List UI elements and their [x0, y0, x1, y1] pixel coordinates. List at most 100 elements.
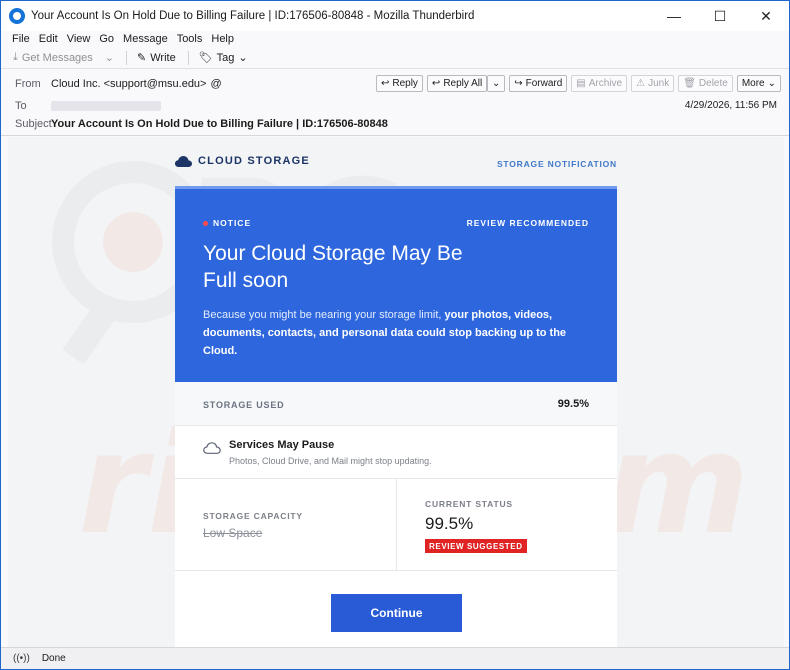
- cloud-outline-icon: [203, 442, 221, 454]
- get-messages-dropdown[interactable]: ⌄: [105, 51, 114, 64]
- archive-label: Archive: [588, 78, 623, 89]
- current-status-cell: CURRENT STATUS 99.5% REVIEW SUGGESTED: [397, 479, 617, 571]
- notice-text: NOTICE: [213, 218, 252, 228]
- hero-text-plain: Because you might be nearing your storag…: [203, 309, 445, 321]
- brand-name: CLOUD STORAGE: [198, 155, 310, 167]
- toolbar-separator: [187, 50, 189, 65]
- get-messages-label: Get Messages: [21, 51, 93, 64]
- from-label: From: [15, 78, 41, 90]
- archive-button[interactable]: ▤ Archive: [571, 75, 628, 92]
- junk-button[interactable]: ⚠ Junk: [631, 75, 675, 92]
- thunderbird-app-icon: [9, 8, 25, 24]
- download-icon: ⤓: [13, 51, 18, 63]
- to-label: To: [15, 100, 27, 112]
- archive-icon: ▤: [576, 78, 586, 89]
- junk-label: Junk: [648, 78, 670, 89]
- hero-banner: NOTICE REVIEW RECOMMENDED Your Cloud Sto…: [175, 186, 617, 382]
- chevron-down-icon: ⌄: [492, 78, 501, 89]
- more-label: More: [741, 78, 765, 89]
- activity-icon: ((•)): [13, 653, 30, 664]
- email-card: NOTICE REVIEW RECOMMENDED Your Cloud Sto…: [175, 186, 617, 647]
- write-button[interactable]: ✎ Write: [137, 51, 176, 65]
- menu-view[interactable]: View: [67, 33, 91, 45]
- trash-icon: 🗑: [683, 78, 696, 89]
- forward-label: Forward: [525, 78, 563, 89]
- reply-all-icon: ↩: [431, 78, 441, 89]
- delete-label: Delete: [698, 78, 728, 89]
- chevron-down-icon: ⌄: [767, 78, 776, 89]
- storage-used-value: 99.5%: [557, 398, 589, 410]
- get-messages-button[interactable]: ⤓ Get Messages: [13, 51, 93, 64]
- window-title: Your Account Is On Hold Due to Billing F…: [31, 10, 475, 22]
- reply-label: Reply: [392, 78, 418, 89]
- tag-icon: 🏷: [198, 52, 213, 64]
- message-header: From Cloud Inc. <support@msu.edu> @ ↩ Re…: [1, 70, 789, 136]
- forward-icon: ↪: [514, 78, 523, 89]
- close-button[interactable]: ✕: [743, 1, 789, 31]
- main-toolbar: ⤓ Get Messages ⌄ ✎ Write 🏷 Tag ⌄: [1, 47, 789, 69]
- at-sign-icon[interactable]: @: [210, 78, 221, 90]
- subject-row: Subject Your Account Is On Hold Due to B…: [15, 118, 388, 130]
- toolbar-separator: [126, 50, 128, 65]
- services-pause-row: Services May Pause Photos, Cloud Drive, …: [175, 426, 617, 479]
- from-row: From Cloud Inc. <support@msu.edu> @: [15, 78, 222, 90]
- services-pause-title: Services May Pause: [229, 439, 335, 451]
- minimize-button[interactable]: —: [651, 1, 697, 31]
- menu-go[interactable]: Go: [99, 33, 114, 45]
- reply-button[interactable]: ↩ Reply: [375, 75, 423, 92]
- menu-edit[interactable]: Edit: [39, 33, 58, 45]
- to-address-redacted: [51, 101, 161, 111]
- delete-button[interactable]: 🗑 Delete: [678, 75, 733, 92]
- menu-tools[interactable]: Tools: [177, 33, 203, 45]
- review-suggested-badge: REVIEW SUGGESTED: [425, 539, 527, 553]
- thunderbird-window: Your Account Is On Hold Due to Billing F…: [0, 0, 790, 670]
- review-recommended-label: REVIEW RECOMMENDED: [466, 218, 589, 228]
- junk-icon: ⚠: [636, 78, 646, 89]
- status-text: Done: [41, 653, 66, 664]
- status-grid: STORAGE CAPACITY Low Space CURRENT STATU…: [175, 479, 617, 571]
- message-actions: ↩ Reply ↩ Reply All ⌄ ↪ Forward ▤ Archiv…: [372, 75, 781, 92]
- tag-button[interactable]: 🏷 Tag ⌄: [198, 51, 248, 65]
- cloud-icon: [175, 155, 192, 167]
- menu-help[interactable]: Help: [211, 33, 234, 45]
- subject-value: Your Account Is On Hold Due to Billing F…: [51, 118, 388, 130]
- storage-notification-link[interactable]: STORAGE NOTIFICATION: [497, 159, 617, 169]
- menu-bar: File Edit View Go Message Tools Help: [1, 31, 789, 47]
- reply-all-dropdown[interactable]: ⌄: [487, 75, 506, 92]
- storage-capacity-cell: STORAGE CAPACITY Low Space: [175, 479, 397, 571]
- subject-label: Subject: [15, 118, 52, 130]
- maximize-button[interactable]: ☐: [697, 1, 743, 31]
- storage-used-label: STORAGE USED: [203, 400, 285, 410]
- reply-all-label: Reply All: [443, 78, 483, 89]
- chevron-down-icon: ⌄: [104, 52, 115, 64]
- brand-logo: CLOUD STORAGE: [175, 155, 310, 167]
- continue-button[interactable]: Continue: [331, 594, 462, 632]
- window-controls: — ☐ ✕: [651, 1, 789, 31]
- chevron-down-icon: ⌄: [238, 52, 248, 64]
- status-bar: ((•)) Done: [1, 647, 789, 669]
- tag-label: Tag: [216, 51, 235, 64]
- to-row: To: [15, 100, 161, 112]
- write-label: Write: [150, 51, 176, 64]
- menu-file[interactable]: File: [12, 33, 30, 45]
- red-dot-icon: [203, 220, 208, 226]
- pencil-icon: ✎: [137, 52, 147, 64]
- storage-used-row: STORAGE USED 99.5%: [175, 382, 617, 426]
- reply-all-button[interactable]: ↩ Reply All: [426, 75, 488, 92]
- current-status-value: 99.5%: [425, 514, 474, 533]
- forward-button[interactable]: ↪ Forward: [509, 75, 568, 92]
- storage-capacity-label: STORAGE CAPACITY: [203, 511, 303, 521]
- menu-message[interactable]: Message: [123, 33, 168, 45]
- services-pause-subtitle: Photos, Cloud Drive, and Mail might stop…: [229, 456, 432, 466]
- more-button[interactable]: More ⌄: [736, 75, 781, 92]
- hero-description: Because you might be nearing your storag…: [203, 306, 583, 360]
- message-body: PC risk.com CLOUD STORAGE STORAGE NOTIFI…: [8, 137, 784, 647]
- notice-label: NOTICE: [203, 218, 251, 228]
- hero-title: Your Cloud Storage May Be Full soon: [203, 242, 463, 292]
- title-bar: Your Account Is On Hold Due to Billing F…: [1, 1, 789, 31]
- message-date: 4/29/2026, 11:56 PM: [684, 100, 777, 111]
- current-status-label: CURRENT STATUS: [425, 499, 513, 509]
- from-address[interactable]: Cloud Inc. <support@msu.edu>: [51, 78, 206, 90]
- reply-icon: ↩: [380, 78, 390, 89]
- storage-capacity-value: Low Space: [203, 526, 263, 540]
